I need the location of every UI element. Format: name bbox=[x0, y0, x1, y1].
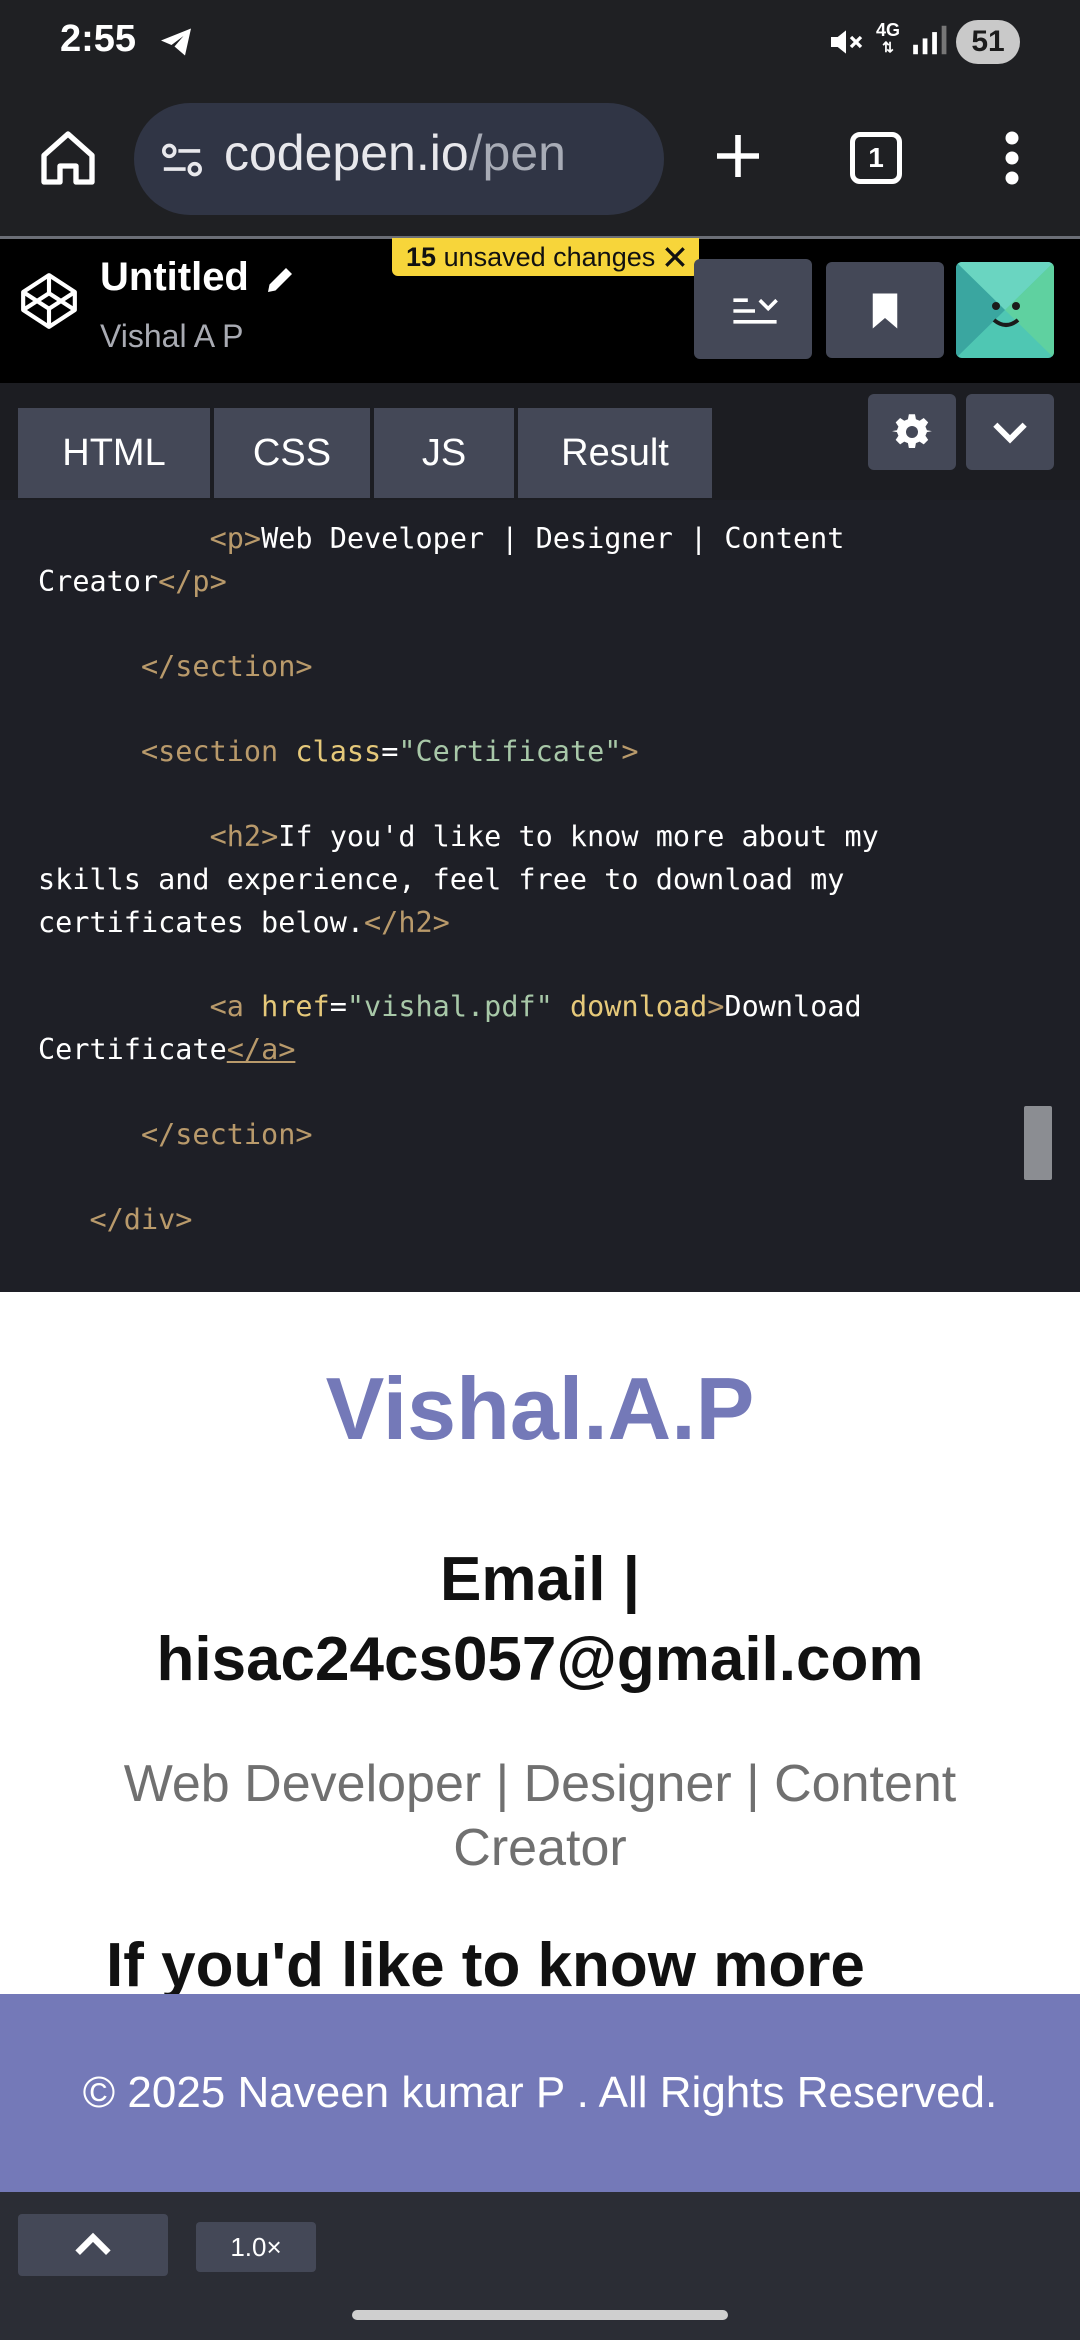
chevron-down-icon bbox=[993, 422, 1027, 444]
pen-title[interactable]: Untitled bbox=[100, 255, 249, 300]
editor-scrollbar[interactable] bbox=[1024, 1106, 1052, 1180]
collapse-editor-button[interactable] bbox=[966, 394, 1054, 470]
preview-section-heading: If you'd like to know more bbox=[106, 1931, 865, 2000]
zoom-button[interactable]: 1.0× bbox=[196, 2222, 316, 2272]
code-line: </div> bbox=[89, 1203, 193, 1236]
footer-text: © 2025 Naveen kumar P . All Rights Reser… bbox=[82, 2068, 998, 2117]
battery-indicator: 51 bbox=[956, 20, 1020, 64]
tab-css[interactable]: CSS bbox=[214, 408, 370, 498]
overflow-menu-icon[interactable] bbox=[1000, 128, 1024, 188]
preview-role: Web Developer | Designer | Content Creat… bbox=[123, 1755, 957, 1877]
tab-result[interactable]: Result bbox=[518, 408, 712, 498]
code-line: skills and experience, feel free to down… bbox=[38, 863, 845, 896]
code-line: <p>Web Developer | Designer | Content bbox=[209, 522, 845, 555]
settings-button[interactable] bbox=[868, 394, 956, 470]
signal-icon bbox=[913, 25, 947, 55]
code-line: <section class="Certificate"> bbox=[140, 735, 639, 768]
status-time: 2:55 bbox=[60, 18, 137, 60]
bookmark-icon bbox=[872, 293, 898, 329]
code-line: Certificate</a> bbox=[38, 1033, 296, 1066]
avatar[interactable] bbox=[956, 262, 1054, 358]
gesture-nav-handle[interactable] bbox=[352, 2310, 728, 2320]
home-icon[interactable] bbox=[36, 126, 100, 190]
avatar-image bbox=[956, 262, 1054, 358]
telegram-icon bbox=[161, 28, 191, 56]
scroll-up-button[interactable] bbox=[18, 2214, 168, 2276]
unsaved-changes-badge: 15 unsaved changes bbox=[392, 238, 700, 276]
tab-html[interactable]: HTML bbox=[18, 408, 210, 498]
layout-icon bbox=[733, 298, 778, 324]
plus-icon[interactable] bbox=[710, 128, 766, 184]
code-line: <h2>If you'd like to know more about my bbox=[209, 820, 879, 853]
mute-icon bbox=[831, 30, 863, 54]
code-editor[interactable] bbox=[0, 500, 1080, 1292]
code-line: certificates below.</h2> bbox=[38, 906, 450, 939]
code-line: <a href="vishal.pdf" download>Download bbox=[209, 990, 862, 1023]
pin-button[interactable] bbox=[826, 262, 944, 358]
chevron-up-icon bbox=[75, 2232, 111, 2255]
network-type: 4G ⇅ bbox=[876, 20, 901, 55]
tab-js[interactable]: JS bbox=[374, 408, 514, 498]
site-settings-icon[interactable] bbox=[160, 140, 204, 180]
code-line: </section> bbox=[140, 1118, 313, 1151]
preview-name: Vishal.A.P bbox=[325, 1359, 755, 1458]
url-text[interactable]: codepen.io/pen bbox=[224, 124, 566, 182]
code-line: Creator</p> bbox=[38, 565, 227, 598]
pencil-icon[interactable] bbox=[262, 262, 298, 298]
code-line: </section> bbox=[140, 650, 313, 683]
gear-icon bbox=[892, 414, 932, 449]
preview-email: Email | hisac24cs057@gmail.com bbox=[156, 1545, 924, 1694]
tab-switcher-button[interactable]: 1 bbox=[850, 132, 902, 184]
close-icon[interactable] bbox=[662, 244, 688, 270]
layout-button[interactable] bbox=[694, 259, 812, 359]
pen-author[interactable]: Vishal A P bbox=[100, 318, 244, 355]
codepen-logo-icon[interactable] bbox=[18, 270, 80, 332]
